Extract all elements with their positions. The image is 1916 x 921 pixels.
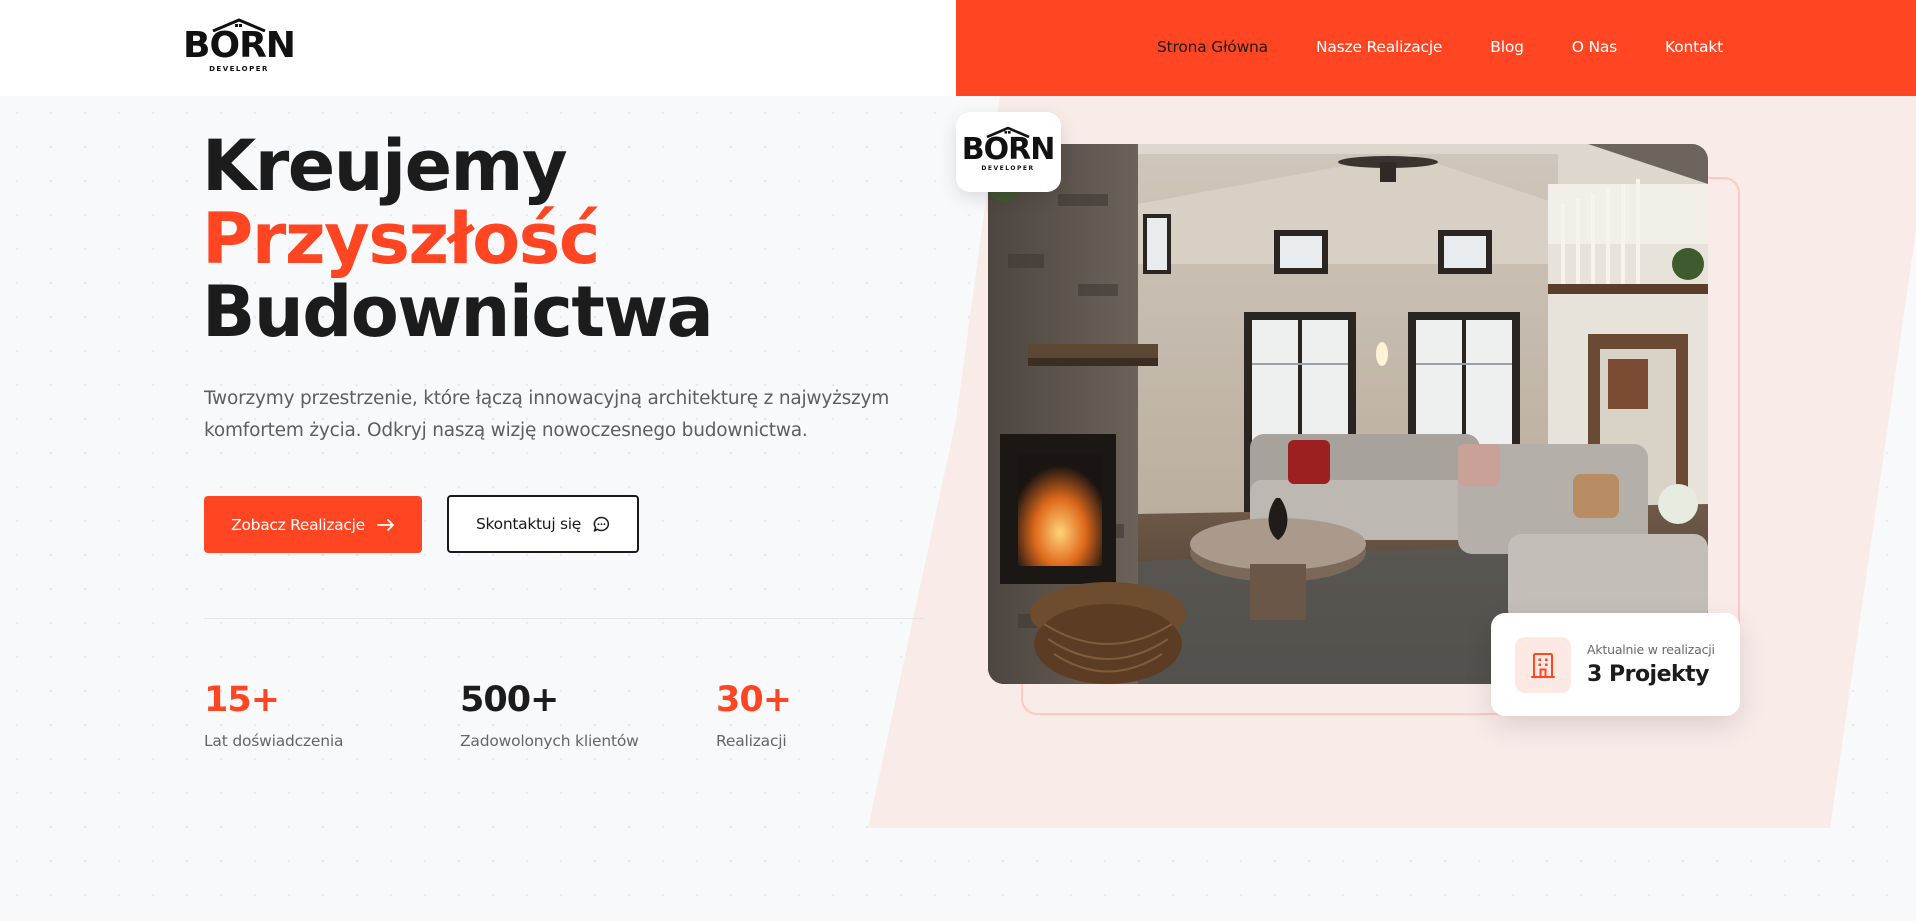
stat-experience-label: Lat doświadczenia: [204, 732, 344, 750]
stat-projects-value: 30+: [716, 680, 792, 720]
current-projects-value: 3 Projekty: [1587, 662, 1710, 687]
logo-subtitle: DEVELOPER: [209, 65, 269, 73]
arrow-right-icon: [376, 518, 394, 531]
hero-description: Tworzymy przestrzenie, które łączą innow…: [204, 388, 890, 441]
stat-projects-label: Realizacji: [716, 732, 787, 750]
header-left: [0, 0, 956, 96]
nav-item-home[interactable]: Strona Główna: [1157, 38, 1268, 56]
stats-divider: [204, 618, 924, 619]
contact-us-label: Skontaktuj się: [476, 515, 581, 533]
building-icon: [1531, 653, 1555, 678]
nav-item-projects[interactable]: Nasze Realizacje: [1316, 38, 1442, 56]
view-projects-label: Zobacz Realizacje: [231, 515, 365, 534]
stat-clients: 500+ Zadowolonych klientów: [460, 680, 639, 750]
logo-card-logo: BORN DEVELOPER: [962, 126, 1055, 172]
nav-item-contact[interactable]: Kontakt: [1665, 38, 1723, 56]
stat-projects: 30+ Realizacji: [716, 680, 792, 750]
main-navigation: Strona Główna Nasze Realizacje Blog O Na…: [1157, 38, 1723, 56]
logo-card-subtitle: DEVELOPER: [981, 165, 1035, 172]
hero-title-line-1: Kreujemy: [202, 125, 568, 207]
view-projects-button[interactable]: Zobacz Realizacje: [204, 496, 422, 553]
contact-us-button[interactable]: Skontaktuj się: [447, 495, 639, 553]
stat-clients-label: Zadowolonych klientów: [460, 732, 639, 750]
chat-bubble-icon: [593, 516, 610, 532]
hero-title-line-3: Budownictwa: [202, 271, 714, 353]
building-icon-badge: [1515, 637, 1571, 693]
logo-card-wordmark: BORN: [961, 132, 1056, 167]
hero-title-line-2-accent: Przyszłość: [202, 198, 600, 280]
nav-item-blog[interactable]: Blog: [1490, 38, 1524, 56]
stat-experience: 15+ Lat doświadczenia: [204, 680, 343, 750]
interior-living-room-photo: [988, 144, 1708, 684]
stat-experience-value: 15+: [204, 680, 280, 720]
current-projects-caption: Aktualnie w realizacji: [1587, 642, 1715, 657]
nav-item-about[interactable]: O Nas: [1572, 38, 1617, 56]
hero-title: Kreujemy Przyszłość Budownictwa: [202, 125, 714, 353]
stat-clients-value: 500+: [460, 680, 559, 720]
logo-card: BORN DEVELOPER: [956, 112, 1061, 192]
logo-wordmark: BORN: [183, 25, 296, 66]
current-projects-card: Aktualnie w realizacji 3 Projekty: [1491, 613, 1740, 716]
brand-logo[interactable]: BORN DEVELOPER: [183, 18, 296, 73]
